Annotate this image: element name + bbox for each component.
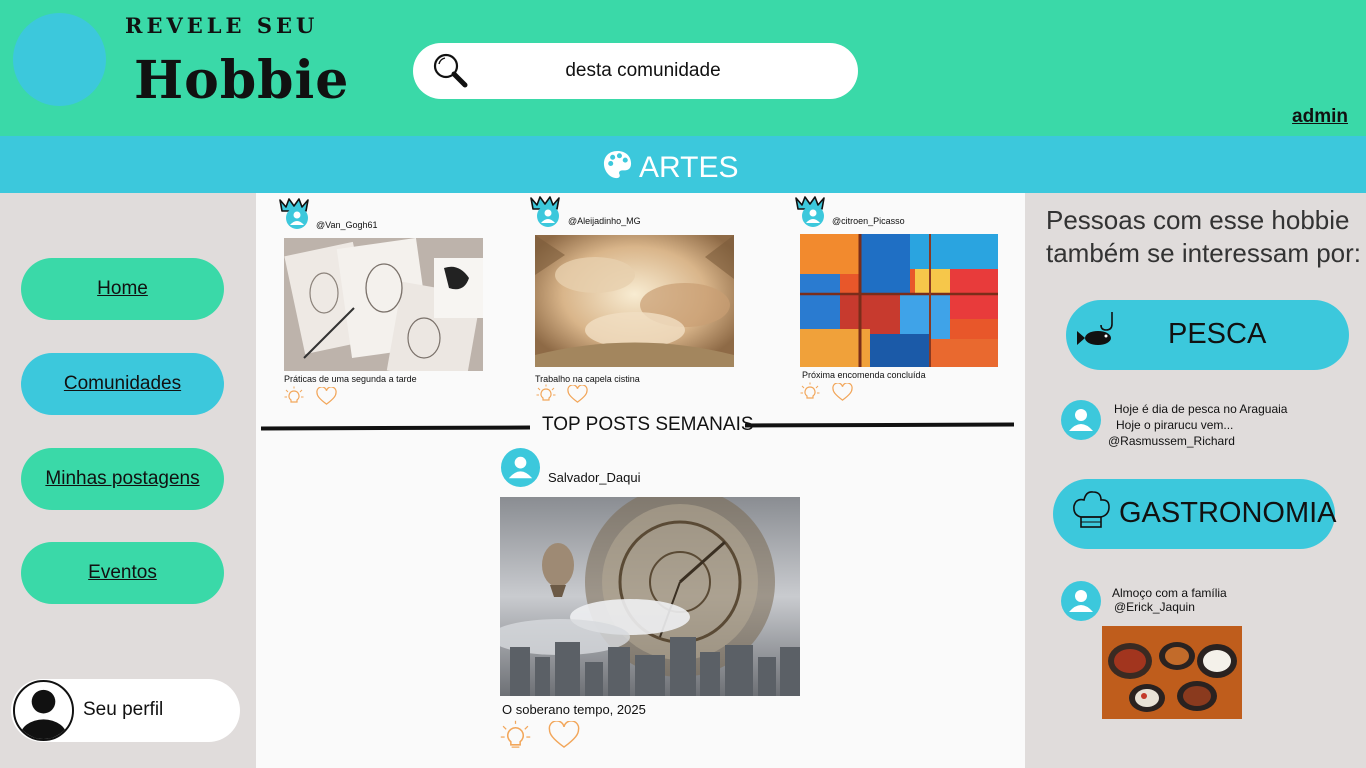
admin-link[interactable]: admin	[1292, 106, 1348, 128]
post-image-abstract[interactable]	[800, 234, 998, 367]
nav-events-button[interactable]: Eventos	[21, 542, 224, 604]
heart-icon[interactable]	[832, 383, 853, 402]
logo-circle[interactable]	[13, 13, 106, 106]
interest-label: GASTRONOMIA	[1119, 497, 1337, 529]
search-box[interactable]	[413, 43, 858, 99]
heart-icon[interactable]	[548, 721, 580, 750]
nav-my-posts-button[interactable]: Minhas postagens	[21, 448, 224, 510]
lightbulb-icon[interactable]	[500, 720, 531, 751]
nav-communities-button[interactable]: Comunidades	[21, 353, 224, 415]
nav-home-button[interactable]: Home	[21, 258, 224, 320]
user-avatar-icon[interactable]	[1060, 580, 1102, 622]
post-image-ceiling[interactable]	[535, 235, 734, 367]
user-avatar-icon	[13, 680, 74, 741]
post-author[interactable]: Salvador_Daqui	[548, 470, 641, 485]
featured-post-image[interactable]	[500, 497, 800, 696]
crown-avatar-icon	[530, 196, 560, 227]
category-title: ARTES	[639, 151, 739, 184]
interest-pesca-button[interactable]: PESCA	[1066, 300, 1349, 370]
user-avatar-icon[interactable]	[1060, 399, 1102, 441]
post-caption: Próxima encomenda concluída	[802, 370, 926, 380]
related-post-text: Hoje é dia de pesca no Araguaia	[1114, 402, 1288, 416]
featured-post-caption: O soberano tempo, 2025	[502, 702, 646, 717]
post-caption: Práticas de uma segunda a tarde	[284, 374, 417, 384]
lightbulb-icon[interactable]	[284, 386, 304, 406]
interest-label: PESCA	[1168, 318, 1267, 350]
lightbulb-icon[interactable]	[800, 382, 820, 402]
post-author[interactable]: @citroen_Picasso	[832, 216, 905, 226]
lightbulb-icon[interactable]	[536, 384, 556, 404]
related-post-image-food[interactable]	[1102, 626, 1242, 719]
user-avatar-icon[interactable]	[500, 447, 541, 488]
search-icon[interactable]	[431, 51, 471, 91]
fish-hook-icon	[1077, 312, 1113, 345]
crown-avatar-icon	[795, 196, 825, 227]
profile-label: Seu perfil	[83, 699, 164, 720]
header-bar: REVELE SEU Hobbie admin	[0, 0, 1366, 136]
brand-name: Hobbie	[134, 50, 350, 111]
post-author[interactable]: @Van_Gogh61	[316, 220, 378, 230]
related-post-author[interactable]: @Erick_Jaquin	[1114, 599, 1195, 615]
interest-gastronomia-button[interactable]: GASTRONOMIA	[1053, 479, 1337, 549]
crown-avatar-icon	[279, 198, 309, 229]
brand-tagline: REVELE SEU	[125, 13, 319, 38]
search-input[interactable]	[493, 57, 793, 85]
post-image-sketches[interactable]	[284, 238, 483, 371]
top-posts-title: TOP POSTS SEMANAIS	[542, 414, 754, 435]
heart-icon[interactable]	[316, 387, 337, 406]
chef-hat-icon	[1073, 491, 1110, 528]
related-interests-heading: Pessoas com esse hobbie também se intere…	[1046, 205, 1362, 268]
post-caption: Trabalho na capela cistina	[535, 374, 640, 384]
profile-button[interactable]: Seu perfil	[11, 679, 240, 742]
heart-icon[interactable]	[567, 385, 588, 404]
palette-icon	[603, 150, 632, 179]
post-author[interactable]: @Aleijadinho_MG	[568, 216, 641, 226]
related-post-text: Hoje o pirarucu vem...	[1116, 418, 1234, 432]
related-post-author[interactable]: @Rasmussem_Richard	[1108, 433, 1235, 449]
